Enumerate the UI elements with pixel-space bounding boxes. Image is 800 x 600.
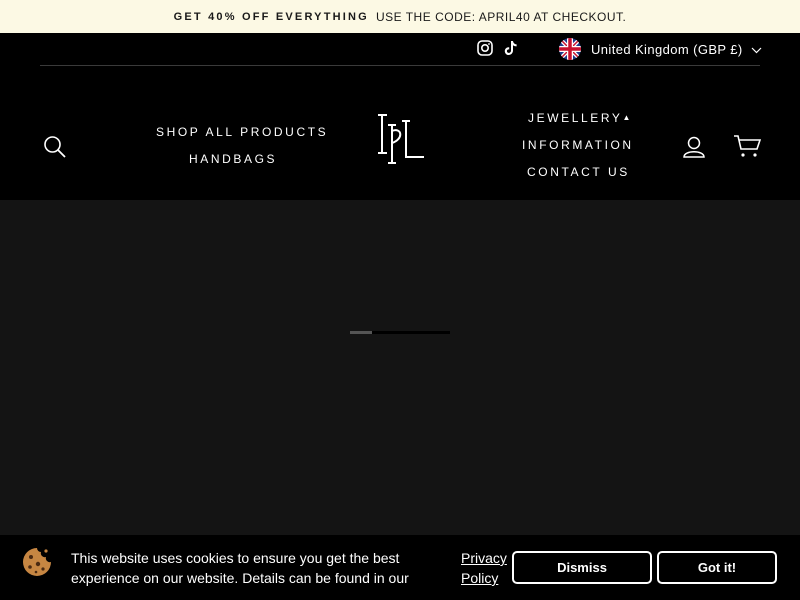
utility-bar: United Kingdom (GBP £) xyxy=(0,33,800,65)
country-label: United Kingdom (GBP £) xyxy=(591,41,743,57)
privacy-policy-link[interactable]: Privacy Policy xyxy=(461,548,511,588)
nav-jewellery-label: JEWELLERY xyxy=(528,111,623,125)
country-selector[interactable]: United Kingdom (GBP £) xyxy=(559,38,762,60)
site-header: United Kingdom (GBP £) SHOP ALL PRODUCTS… xyxy=(0,33,800,200)
accept-cookies-button[interactable]: Got it! xyxy=(657,551,777,584)
nav-information[interactable]: INFORMATION xyxy=(522,138,634,152)
nav-contact-us[interactable]: CONTACT US xyxy=(527,165,630,179)
uk-flag-icon xyxy=(559,38,581,60)
cookie-banner: This website uses cookies to ensure you … xyxy=(0,535,800,600)
announcement-highlight: GET 40% OFF EVERYTHING xyxy=(173,10,369,23)
nav-shop-all-products[interactable]: SHOP ALL PRODUCTS xyxy=(156,125,328,139)
chevron-down-icon xyxy=(751,42,762,57)
announcement-text: USE THE CODE: APRIL40 AT CHECKOUT. xyxy=(375,9,627,24)
cart-icon[interactable] xyxy=(733,134,762,163)
tiktok-icon[interactable] xyxy=(502,39,520,57)
cookie-icon xyxy=(22,547,52,577)
header-divider xyxy=(40,65,760,66)
instagram-icon[interactable] xyxy=(476,39,494,57)
dismiss-button[interactable]: Dismiss xyxy=(512,551,652,584)
nav-jewellery[interactable]: JEWELLERY▲ xyxy=(528,111,630,125)
nav-handbags[interactable]: HANDBAGS xyxy=(189,152,277,166)
search-icon[interactable] xyxy=(43,135,67,164)
brand-logo[interactable] xyxy=(378,113,428,165)
account-icon[interactable] xyxy=(683,136,705,163)
cookie-message: This website uses cookies to ensure you … xyxy=(71,550,409,586)
caret-up-icon: ▲ xyxy=(622,113,631,122)
loading-bar xyxy=(350,331,450,334)
announcement-bar: GET 40% OFF EVERYTHING USE THE CODE: APR… xyxy=(0,0,800,33)
loading-bar-fill xyxy=(350,331,372,334)
